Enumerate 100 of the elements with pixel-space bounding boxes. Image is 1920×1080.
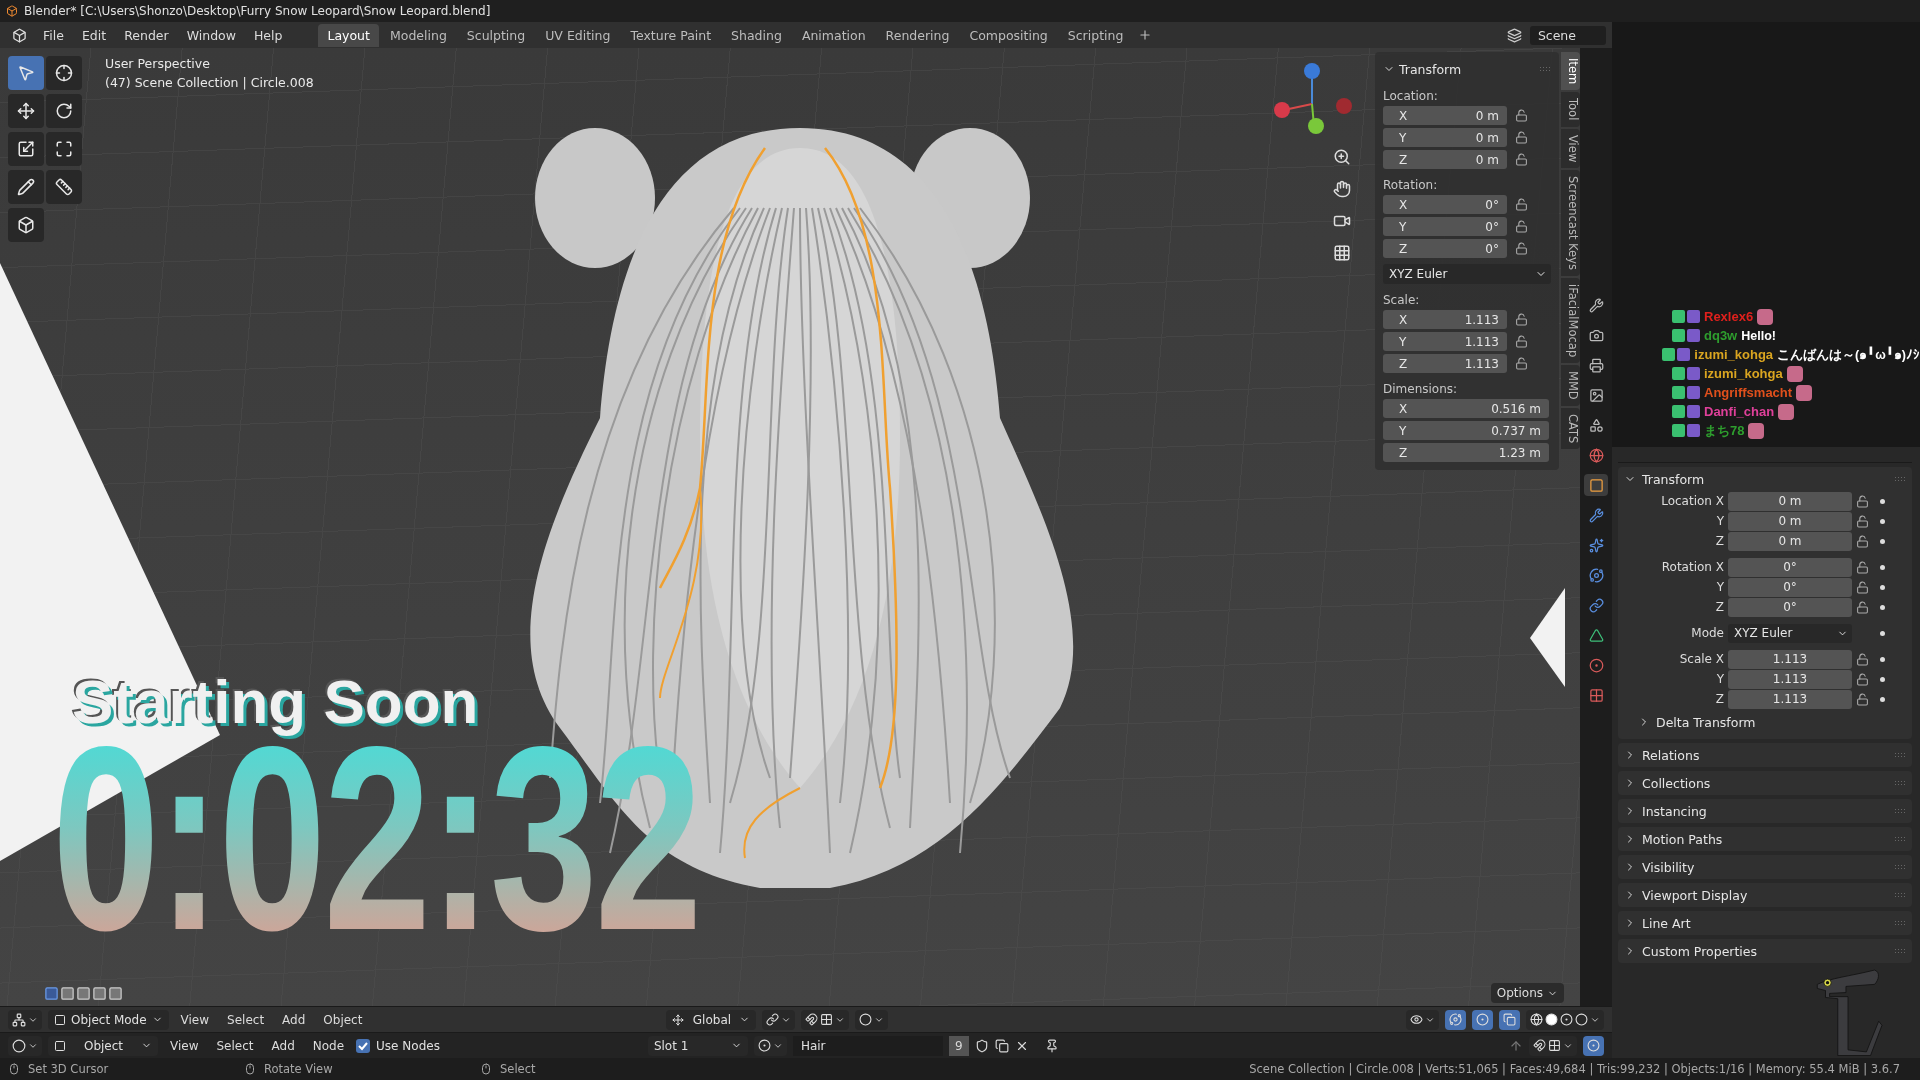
number-field[interactable]: 0° [1728, 577, 1852, 597]
checkbox[interactable] [356, 1038, 371, 1053]
menu-item[interactable]: View [164, 1038, 205, 1053]
number-field[interactable]: X 0° [1383, 195, 1507, 214]
keyframe-dot-icon[interactable] [1880, 604, 1885, 610]
workspace-tab[interactable]: Scripting [1058, 23, 1133, 47]
workspace-tab[interactable]: UV Editing [536, 23, 620, 47]
options-button[interactable]: Options [1490, 983, 1564, 1003]
material-browse-button[interactable] [753, 1035, 787, 1056]
number-field[interactable]: 0 m [1728, 531, 1852, 551]
panel-title[interactable]: Viewport Display [1642, 887, 1748, 903]
menu-item[interactable]: Select [221, 1012, 271, 1027]
keyframe-dot-icon[interactable] [1880, 498, 1885, 504]
number-field[interactable]: Z 0 m [1383, 150, 1507, 169]
orientation-dropdown[interactable]: Global [666, 1009, 757, 1030]
number-field[interactable]: X 0 m [1383, 106, 1507, 125]
menu-item[interactable]: Render [116, 24, 177, 46]
cursor-tool-button[interactable] [46, 56, 82, 90]
menu-item[interactable]: File [35, 24, 72, 46]
lock-icon[interactable] [1515, 109, 1528, 122]
keyframe-dot-icon[interactable] [1880, 538, 1885, 544]
shading-buttons[interactable] [1526, 1009, 1604, 1030]
scene-field[interactable]: Scene [1529, 25, 1606, 45]
panel-title[interactable]: Collections [1642, 775, 1711, 791]
lock-icon[interactable] [1515, 313, 1528, 326]
lock-icon[interactable] [1515, 198, 1528, 211]
lock-icon[interactable] [1515, 357, 1528, 370]
number-field[interactable]: Z 0° [1383, 239, 1507, 258]
subpanel-title[interactable]: Delta Transform [1656, 714, 1756, 730]
add-icon[interactable] [1138, 28, 1153, 42]
keyframe-dot-icon[interactable] [1880, 518, 1885, 524]
lock-icon[interactable] [1856, 534, 1869, 548]
proportional-button[interactable] [855, 1009, 889, 1030]
selection-mode-icon[interactable] [44, 985, 59, 1001]
lock-icon[interactable] [1515, 131, 1528, 144]
lock-icon[interactable] [1856, 600, 1869, 614]
rotate-tool-button[interactable] [46, 94, 82, 128]
move-tool-button[interactable] [8, 94, 44, 128]
lock-icon[interactable] [1856, 494, 1869, 508]
panel-title[interactable]: Instancing [1642, 803, 1707, 819]
sidebar-tab[interactable]: CATS [1561, 407, 1580, 449]
selection-mode-icon[interactable] [108, 985, 123, 1001]
add-cube-button[interactable] [8, 208, 44, 242]
menu-item[interactable]: Node [306, 1038, 351, 1053]
workspace-tab[interactable]: Rendering [876, 23, 959, 47]
workspace-tab[interactable]: Texture Paint [621, 23, 721, 47]
selection-mode-icon[interactable] [76, 985, 91, 1001]
selection-mode-icon[interactable] [92, 985, 107, 1001]
number-field[interactable]: 0 m [1728, 511, 1852, 531]
number-field[interactable]: X 0.516 m [1383, 399, 1549, 418]
panel-title[interactable]: Custom Properties [1642, 943, 1758, 959]
keyframe-dot-icon[interactable] [1880, 564, 1885, 570]
number-field[interactable]: X 1.113 [1383, 310, 1507, 329]
pin-icon[interactable] [1044, 1038, 1059, 1053]
workspace-tab[interactable]: Modeling [380, 23, 456, 47]
lock-icon[interactable] [1856, 692, 1869, 706]
number-field[interactable]: Y 0° [1383, 217, 1507, 236]
menu-item[interactable]: View [174, 1012, 216, 1027]
workspace-tab[interactable]: Layout [318, 23, 379, 47]
keyframe-dot-icon[interactable] [1880, 676, 1885, 682]
material-name-field[interactable]: Hair [792, 1035, 943, 1056]
workspace-tab[interactable]: Compositing [960, 23, 1057, 47]
sidebar-tab[interactable]: View [1561, 128, 1580, 168]
sidebar-tab[interactable]: Screencast Keys [1561, 169, 1580, 276]
menu-item[interactable]: Select [210, 1038, 260, 1053]
object-dropdown[interactable]: Object [48, 1035, 158, 1056]
overlay-button[interactable] [1472, 1009, 1493, 1030]
pencil-button[interactable] [8, 170, 44, 204]
duplicate-icon[interactable] [994, 1038, 1009, 1053]
snap-button[interactable] [1529, 1035, 1577, 1056]
number-field[interactable]: 0° [1728, 597, 1852, 617]
lock-icon[interactable] [1515, 220, 1528, 233]
panel-title[interactable]: Motion Paths [1642, 831, 1723, 847]
shield-icon[interactable] [974, 1038, 989, 1053]
ruler-button[interactable] [46, 170, 82, 204]
keyframe-dot-icon[interactable] [1880, 696, 1885, 702]
transform-tool-button[interactable] [46, 132, 82, 166]
menu-item[interactable]: Help [245, 24, 291, 46]
slot-dropdown[interactable]: Slot 1 [647, 1035, 748, 1056]
gizmo-button[interactable] [1445, 1009, 1466, 1030]
workspace-tab[interactable]: Animation [792, 23, 875, 47]
number-field[interactable]: 0° [1728, 557, 1852, 577]
panel-title[interactable]: Relations [1642, 747, 1700, 763]
keyframe-dot-icon[interactable] [1880, 656, 1885, 662]
number-field[interactable]: Z 1.113 [1383, 354, 1507, 373]
visibility-button[interactable] [1406, 1009, 1439, 1030]
panel-title[interactable]: Visibility [1642, 859, 1695, 875]
axis-gizmo-drawing[interactable] [1272, 60, 1352, 136]
lock-icon[interactable] [1856, 560, 1869, 574]
lock-icon[interactable] [1515, 335, 1528, 348]
lock-icon[interactable] [1515, 153, 1528, 166]
lock-icon[interactable] [1856, 652, 1869, 666]
scale-tool-button[interactable] [8, 132, 44, 166]
panel-title[interactable]: Transform [1642, 471, 1705, 487]
sidebar-tab[interactable]: MMD [1561, 364, 1580, 406]
menu-item[interactable]: Add [265, 1038, 301, 1053]
number-field[interactable]: Z 1.23 m [1383, 443, 1549, 462]
lock-icon[interactable] [1515, 242, 1528, 255]
number-field[interactable]: 1.113 [1728, 669, 1852, 689]
lock-icon[interactable] [1856, 672, 1869, 686]
